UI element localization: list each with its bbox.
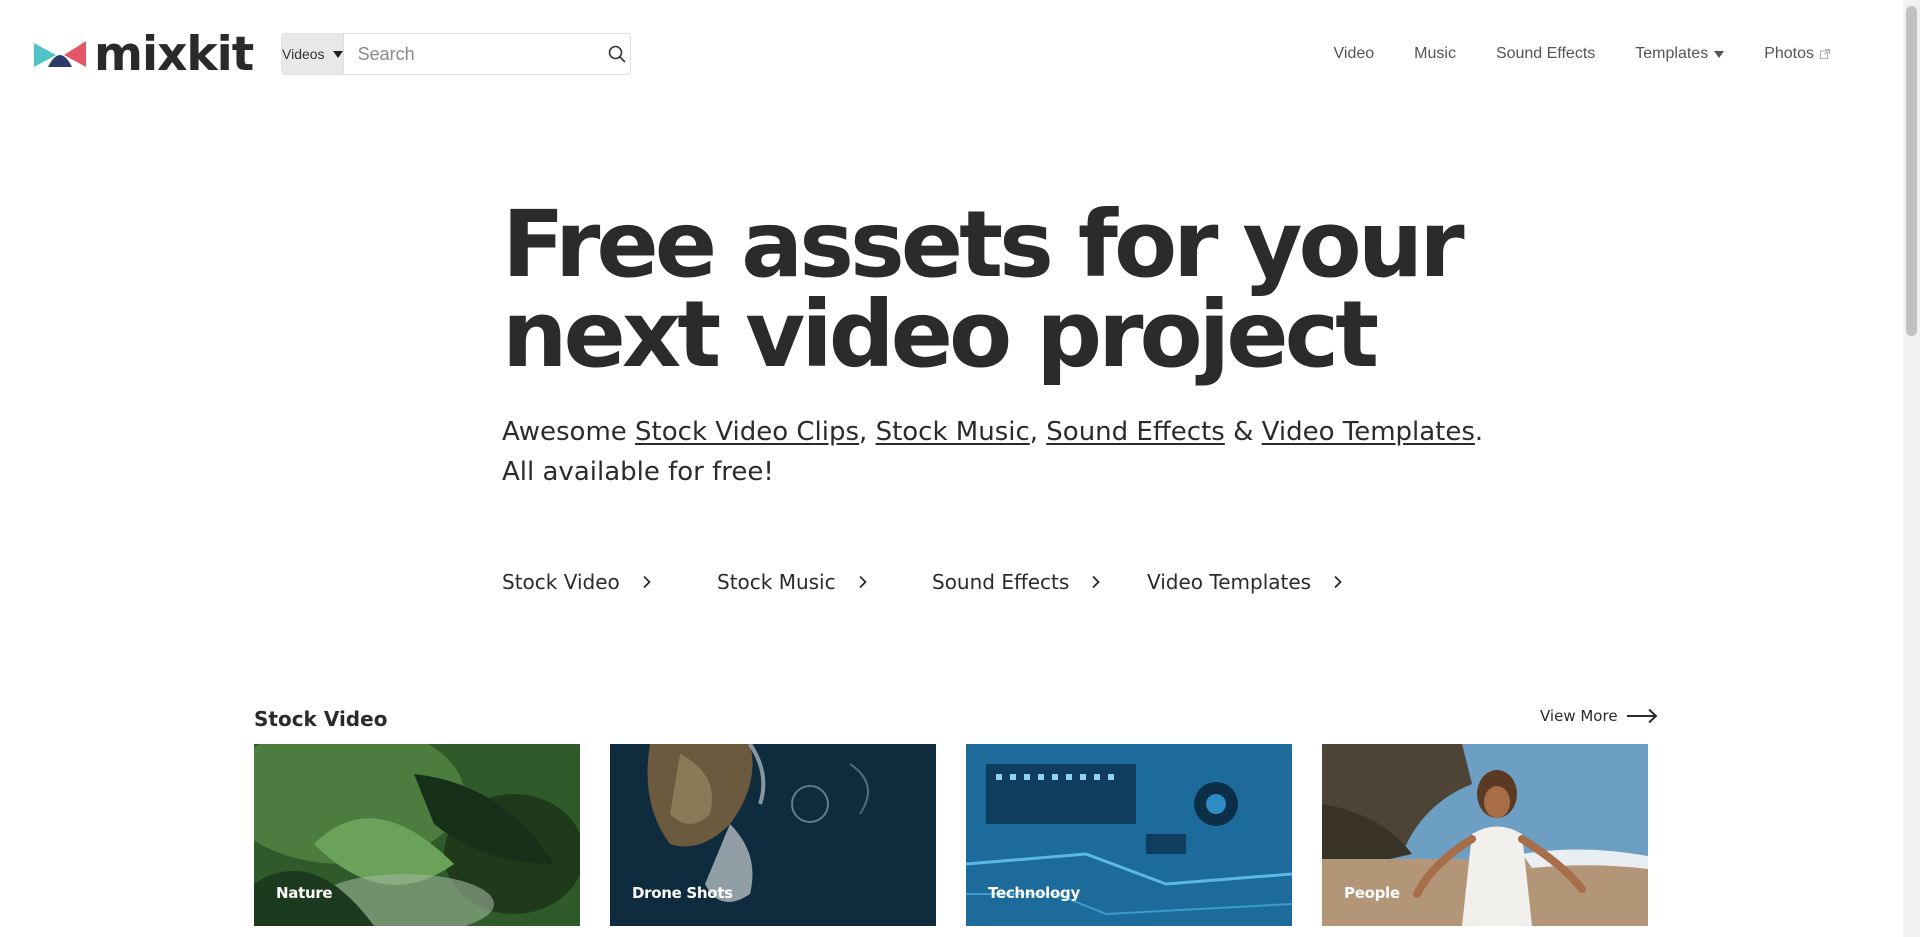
external-link-icon xyxy=(1820,49,1830,59)
quick-links: Stock Video Stock Music Sound Effects Vi… xyxy=(502,570,1387,594)
nav-sound-effects[interactable]: Sound Effects xyxy=(1496,45,1595,63)
category-card-technology[interactable]: Technology xyxy=(966,744,1292,926)
hero-sub-amp: & xyxy=(1224,417,1262,447)
link-stock-video-clips[interactable]: Stock Video Clips xyxy=(635,417,859,447)
search-type-label: Videos xyxy=(282,46,325,62)
quick-link-stock-music[interactable]: Stock Music xyxy=(717,570,932,594)
category-card-drone-shots[interactable]: Drone Shots xyxy=(610,744,936,926)
section-title-stock-video: Stock Video xyxy=(254,707,388,731)
mixkit-logo[interactable]: mixkit xyxy=(34,26,254,82)
quick-link-stock-video[interactable]: Stock Video xyxy=(502,570,717,594)
quick-link-video-templates[interactable]: Video Templates xyxy=(1147,570,1387,594)
hero-subtitle: Awesome Stock Video Clips, Stock Music, … xyxy=(502,417,1484,487)
logo-mark-icon xyxy=(34,41,86,67)
quick-link-label: Stock Video xyxy=(502,570,620,594)
card-label: Drone Shots xyxy=(632,884,733,902)
category-card-people[interactable]: People xyxy=(1322,744,1648,926)
quick-link-sound-effects[interactable]: Sound Effects xyxy=(932,570,1147,594)
nav-templates[interactable]: Templates xyxy=(1635,45,1725,63)
hero: Free assets for your next video project xyxy=(502,199,1465,381)
hero-sub-line2: All available for free! xyxy=(502,457,774,487)
caret-down-icon xyxy=(1714,50,1725,58)
arrow-right-icon xyxy=(1626,708,1658,724)
nav-templates-label: Templates xyxy=(1635,45,1709,62)
main-nav: Video Music Sound Effects Templates Phot… xyxy=(1294,38,1830,70)
nav-photos[interactable]: Photos xyxy=(1764,45,1830,63)
chevron-right-icon xyxy=(1334,575,1342,589)
caret-down-icon xyxy=(332,50,343,58)
logo-wordmark: mixkit xyxy=(94,26,254,82)
nav-video[interactable]: Video xyxy=(1334,45,1375,63)
card-label: Nature xyxy=(276,884,333,902)
scrollbar-thumb[interactable] xyxy=(1906,6,1917,336)
nav-photos-label: Photos xyxy=(1764,45,1814,62)
search-icon xyxy=(608,45,626,63)
view-more-label: View More xyxy=(1540,707,1618,725)
site-header: mixkit Videos Video Music Sound Effects … xyxy=(0,0,1900,106)
hero-title: Free assets for your next video project xyxy=(502,199,1465,381)
chevron-right-icon xyxy=(643,575,651,589)
page-scrollbar[interactable] xyxy=(1903,0,1920,937)
view-more-link[interactable]: View More xyxy=(1540,707,1658,725)
search-type-dropdown[interactable]: Videos xyxy=(282,34,344,74)
category-card-nature[interactable]: Nature xyxy=(254,744,580,926)
card-label: Technology xyxy=(988,884,1080,902)
stock-video-cards: Nature Drone Shots Technology People xyxy=(254,744,1648,926)
search-bar: Videos xyxy=(281,33,631,75)
search-input[interactable] xyxy=(343,34,604,74)
quick-link-label: Stock Music xyxy=(717,570,836,594)
chevron-right-icon xyxy=(1092,575,1101,589)
chevron-right-icon xyxy=(858,575,867,589)
hero-sub-prefix: Awesome xyxy=(502,417,636,447)
link-video-templates[interactable]: Video Templates xyxy=(1262,417,1475,447)
card-label: People xyxy=(1344,884,1400,902)
hero-title-line2: next video project xyxy=(502,281,1379,388)
quick-link-label: Video Templates xyxy=(1147,570,1312,594)
link-sound-effects[interactable]: Sound Effects xyxy=(1046,417,1225,447)
quick-link-label: Sound Effects xyxy=(932,570,1070,594)
nav-music[interactable]: Music xyxy=(1414,45,1456,63)
link-stock-music[interactable]: Stock Music xyxy=(876,417,1030,447)
search-button[interactable] xyxy=(604,34,630,74)
